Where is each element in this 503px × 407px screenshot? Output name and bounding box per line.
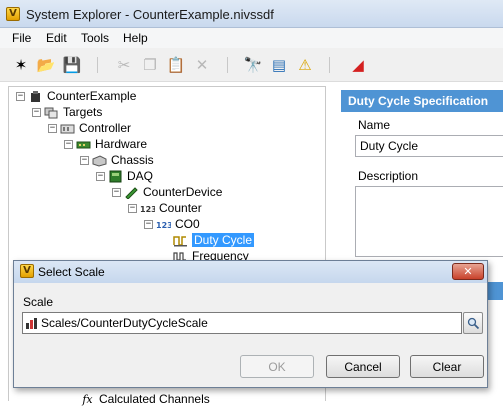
menu-file[interactable]: File: [12, 31, 31, 45]
device-icon: [124, 186, 139, 199]
description-field[interactable]: [355, 186, 503, 257]
name-label: Name: [358, 118, 391, 132]
collapse-icon[interactable]: −: [48, 123, 57, 133]
delete-icon[interactable]: ✕: [191, 55, 213, 75]
tree-item-counter[interactable]: − 123 Counter: [128, 200, 202, 216]
deploy-icon[interactable]: ◢: [347, 55, 369, 75]
menu-help[interactable]: Help: [123, 31, 148, 45]
spec-header: Duty Cycle Specification: [341, 90, 503, 112]
paste-icon[interactable]: 📋: [165, 55, 187, 75]
tree-item-label: CO0: [175, 217, 200, 231]
formula-icon: fx: [82, 392, 93, 406]
svg-text:123: 123: [156, 221, 171, 230]
counter-channel-icon: 123: [156, 218, 171, 231]
tree-item-duty-cycle[interactable]: Duty Cycle: [173, 232, 255, 248]
menu-tools[interactable]: Tools: [81, 31, 109, 45]
tree-item-counterdevice[interactable]: − CounterDevice: [112, 184, 222, 200]
chassis-icon: [92, 154, 107, 167]
collapse-icon[interactable]: −: [64, 139, 73, 149]
tree-item-co0[interactable]: − 123 CO0: [144, 216, 200, 232]
scale-path: Scales/CounterDutyCycleScale: [41, 316, 208, 330]
find-icon[interactable]: 🔭: [242, 55, 264, 75]
targets-icon: [44, 106, 59, 119]
collapse-icon[interactable]: −: [16, 91, 25, 101]
properties-icon[interactable]: ▤: [268, 55, 290, 75]
veristand-icon: V: [20, 264, 34, 278]
tree-item-label: CounterExample: [47, 89, 137, 103]
tree-item-hardware[interactable]: − Hardware: [64, 136, 147, 152]
controller-icon: [60, 122, 75, 135]
clear-button[interactable]: Clear: [410, 355, 484, 378]
tree-item-chassis[interactable]: − Chassis: [80, 152, 154, 168]
scale-label: Scale: [23, 295, 54, 309]
toolbar-separator: [329, 57, 330, 73]
project-icon: [28, 90, 43, 103]
open-folder-icon[interactable]: 📂: [35, 55, 57, 75]
ok-button[interactable]: OK: [240, 355, 314, 378]
scale-field[interactable]: Scales/CounterDutyCycleScale: [22, 312, 462, 334]
counter-icon: 123: [140, 202, 155, 215]
tree-item-controller[interactable]: − Controller: [48, 120, 131, 136]
veristand-icon: V: [6, 7, 20, 21]
collapse-icon[interactable]: −: [144, 219, 153, 229]
tree-item-calculated-channels[interactable]: fx Calculated Channels: [80, 391, 210, 407]
save-icon[interactable]: 💾: [61, 55, 83, 75]
warning-icon[interactable]: ⚠: [294, 55, 316, 75]
collapse-icon[interactable]: −: [32, 107, 41, 117]
duty-cycle-icon: [173, 234, 188, 247]
tree-item-label: Chassis: [111, 153, 154, 167]
close-button[interactable]: ✕: [452, 263, 484, 280]
tree-item-label: Hardware: [95, 137, 148, 151]
tree-item-label: Duty Cycle: [192, 233, 255, 247]
collapse-icon[interactable]: −: [96, 171, 105, 181]
daq-icon: [108, 170, 123, 183]
collapse-icon[interactable]: −: [112, 187, 121, 197]
tree-item-targets[interactable]: − Targets: [32, 104, 102, 120]
name-field[interactable]: Duty Cycle: [355, 135, 503, 157]
tree-item-daq[interactable]: − DAQ: [96, 168, 153, 184]
hardware-icon: [76, 138, 91, 151]
cancel-button[interactable]: Cancel: [326, 355, 400, 378]
browse-button[interactable]: [463, 312, 483, 334]
menu-bar: [0, 28, 503, 48]
spec-section-header: [488, 282, 503, 300]
collapse-icon[interactable]: −: [128, 203, 137, 213]
wizard-icon[interactable]: ✶: [10, 55, 32, 75]
scale-icon: [25, 316, 41, 330]
tree-item-label: CounterDevice: [143, 185, 223, 199]
collapse-icon[interactable]: −: [80, 155, 89, 165]
tree-item-label: Controller: [79, 121, 132, 135]
cut-icon[interactable]: ✂: [113, 55, 135, 75]
tree-item-label: Counter: [159, 201, 202, 215]
toolbar-separator: [227, 57, 228, 73]
tree-item-label: DAQ: [127, 169, 154, 183]
description-label: Description: [358, 169, 419, 183]
dialog-title: Select Scale: [38, 265, 105, 279]
tree-item-label: Calculated Channels: [99, 392, 210, 406]
magnifier-icon: [467, 317, 479, 329]
tree-item-counterexample[interactable]: − CounterExample: [16, 88, 136, 104]
tree-item-label: Targets: [63, 105, 103, 119]
menu-edit[interactable]: Edit: [46, 31, 67, 45]
copy-icon[interactable]: ❐: [139, 55, 161, 75]
window-title: System Explorer - CounterExample.nivssdf: [26, 7, 274, 22]
svg-text:123: 123: [140, 205, 155, 214]
toolbar-separator: [97, 57, 98, 73]
